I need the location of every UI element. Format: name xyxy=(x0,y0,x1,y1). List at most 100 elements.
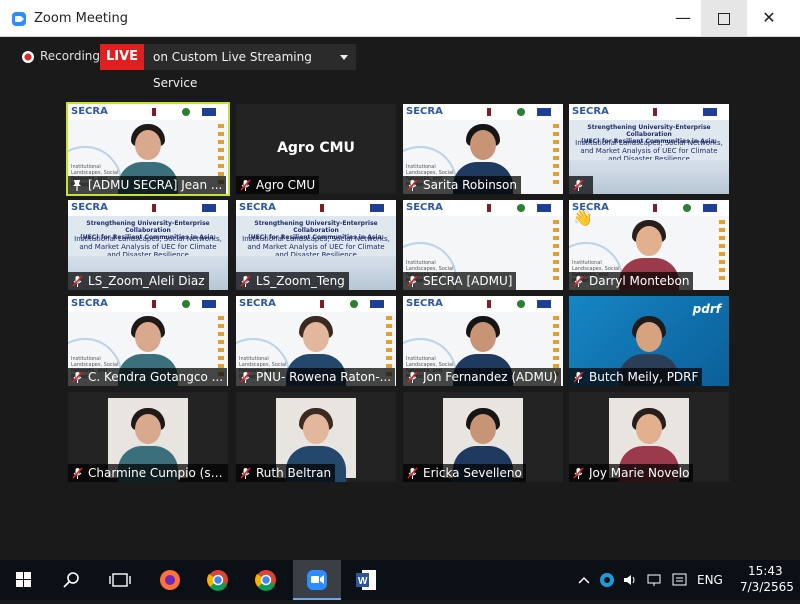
muted-microphone-icon xyxy=(72,371,83,383)
eu-flag-icon xyxy=(703,204,717,212)
partner-logo-icon xyxy=(653,108,657,116)
muted-microphone-icon xyxy=(407,371,418,383)
windows-logo-icon xyxy=(16,572,31,587)
slide-title-line: Strengthening University-Enterprise Coll… xyxy=(86,220,210,234)
partner-logo-icon xyxy=(320,204,324,212)
live-stream-dropdown[interactable]: on Custom Live Streaming Service xyxy=(144,44,356,90)
slide-title-line: Strengthening University-Enterprise Coll… xyxy=(254,220,378,234)
muted-microphone-icon xyxy=(573,179,584,191)
participant-tile[interactable]: Ruth Beltran xyxy=(236,392,396,482)
eu-flag-icon xyxy=(537,108,551,116)
muted-microphone-icon xyxy=(72,467,83,479)
slide-header: SECRA xyxy=(403,200,563,216)
pdrf-logo: pdrf xyxy=(692,302,721,316)
participant-name: Agro CMU xyxy=(256,178,316,192)
participant-tile[interactable]: SECRAInstitutional Landscapes, Social Ne… xyxy=(403,200,563,290)
participant-name-bar: SECRA [ADMU] xyxy=(403,272,517,290)
participant-name: Joy Marie Novelo xyxy=(589,466,690,480)
participant-name-bar xyxy=(569,176,593,194)
live-badge[interactable]: LIVE xyxy=(100,44,144,70)
participant-name: PNU- Rowena Raton-... xyxy=(256,370,392,384)
chevron-up-icon[interactable] xyxy=(577,574,591,586)
participant-tile[interactable]: pdrf Butch Meily, PDRF xyxy=(569,296,729,386)
recording-icon xyxy=(22,51,34,63)
word-app-button[interactable]: W xyxy=(342,560,390,600)
participant-name: LS_Zoom_Aleli Diaz xyxy=(88,274,205,288)
partner-logo-icon xyxy=(487,300,491,308)
muted-microphone-icon xyxy=(407,275,418,287)
raise-hand-reaction: 👋 xyxy=(573,208,593,227)
slide-brand: SECRA xyxy=(239,202,276,213)
slide-photo-strip xyxy=(569,160,729,194)
muted-microphone-icon xyxy=(240,467,251,479)
muted-microphone-icon xyxy=(407,467,418,479)
partner-logo-icon xyxy=(152,108,156,116)
input-language[interactable]: ENG xyxy=(697,573,723,587)
participant-name-bar: C. Kendra Gotangco ... xyxy=(68,368,228,386)
search-icon xyxy=(63,572,79,588)
slide-dots xyxy=(218,124,224,184)
maximize-icon xyxy=(718,12,730,25)
search-button[interactable] xyxy=(48,560,96,600)
participant-tile[interactable]: SECRA Strengthening University-Enterprise… xyxy=(569,104,729,194)
muted-microphone-icon xyxy=(240,179,251,191)
participant-tile[interactable]: SECRAInstitutional Landscapes, Social Ne… xyxy=(66,102,230,196)
volume-icon[interactable] xyxy=(622,572,638,588)
maximize-button[interactable] xyxy=(701,0,747,36)
close-button[interactable]: ✕ xyxy=(746,0,792,36)
slide-header: SECRA xyxy=(236,200,396,216)
participant-tile[interactable]: SECRAInstitutional Landscapes, Social Ne… xyxy=(403,104,563,194)
participant-tile[interactable]: Ericka Sevelleno xyxy=(403,392,563,482)
clock-date[interactable]: 7/3/2565 xyxy=(740,580,794,594)
slide-brand: SECRA xyxy=(572,106,609,117)
eu-flag-icon xyxy=(537,300,551,308)
slide-header: SECRA xyxy=(68,104,228,120)
participant-tile[interactable]: Agro CMU Agro CMU xyxy=(236,104,396,194)
participant-name-bar: [ADMU SECRA] Jean ... xyxy=(68,176,227,194)
pin-icon xyxy=(73,180,81,191)
participant-tile[interactable]: SECRAInstitutional Landscapes, Social Ne… xyxy=(236,296,396,386)
network-icon[interactable] xyxy=(646,572,664,588)
partner-logo-icon xyxy=(320,300,324,308)
participant-tile[interactable]: SECRA Strengthening University-Enterprise… xyxy=(236,200,396,290)
task-view-button[interactable] xyxy=(96,560,144,600)
participant-name: Darryl Montebon xyxy=(589,274,690,288)
zoom-app-button[interactable] xyxy=(293,560,341,600)
participant-name-bar: Darryl Montebon xyxy=(569,272,694,290)
notification-icon[interactable] xyxy=(671,572,689,588)
minimize-button[interactable]: — xyxy=(660,0,706,36)
slide-header: SECRA xyxy=(569,200,729,216)
participant-name: LS_Zoom_Teng xyxy=(256,274,345,288)
participant-tile[interactable]: Joy Marie Novelo xyxy=(569,392,729,482)
partner-seal-icon xyxy=(182,300,190,308)
participant-tile[interactable]: SECRA Strengthening University-Enterprise… xyxy=(68,200,228,290)
start-button[interactable] xyxy=(0,560,48,600)
windows-taskbar: W ENG 15:43 7/3/2565 xyxy=(0,560,800,600)
participant-name-bar: Jon Fernandez (ADMU) xyxy=(403,368,562,386)
slide-header: SECRA xyxy=(68,200,228,216)
slide-brand: SECRA xyxy=(71,298,108,309)
chevron-down-icon xyxy=(340,55,348,60)
participant-name-bar: Ericka Sevelleno xyxy=(403,464,526,482)
participant-name: Charmine Cumpio (sh... xyxy=(88,466,224,480)
participant-tile[interactable]: SECRAInstitutional Landscapes, Social Ne… xyxy=(403,296,563,386)
slide-header: SECRA xyxy=(68,296,228,312)
edge-icon[interactable] xyxy=(599,572,615,588)
participant-name: Ericka Sevelleno xyxy=(423,466,522,480)
slide-dots xyxy=(386,316,392,376)
chrome-app-button-2[interactable] xyxy=(242,560,290,600)
slide-dots xyxy=(218,316,224,376)
participant-tile[interactable]: Charmine Cumpio (sh... xyxy=(68,392,228,482)
chrome-app-button[interactable] xyxy=(194,560,242,600)
zoom-icon xyxy=(307,570,327,590)
recording-label[interactable]: Recording xyxy=(40,49,100,63)
participant-tile[interactable]: SECRAInstitutional Landscapes, Social Ne… xyxy=(569,200,729,290)
partner-seal-icon xyxy=(517,204,525,212)
firefox-app-button[interactable] xyxy=(146,560,194,600)
participant-name-bar: Charmine Cumpio (sh... xyxy=(68,464,228,482)
eu-flag-icon xyxy=(202,204,216,212)
participant-name-bar: LS_Zoom_Aleli Diaz xyxy=(68,272,209,290)
live-stream-target: on Custom Live Streaming Service xyxy=(153,50,312,90)
clock-time[interactable]: 15:43 xyxy=(748,564,783,578)
participant-tile[interactable]: SECRAInstitutional Landscapes, Social Ne… xyxy=(68,296,228,386)
